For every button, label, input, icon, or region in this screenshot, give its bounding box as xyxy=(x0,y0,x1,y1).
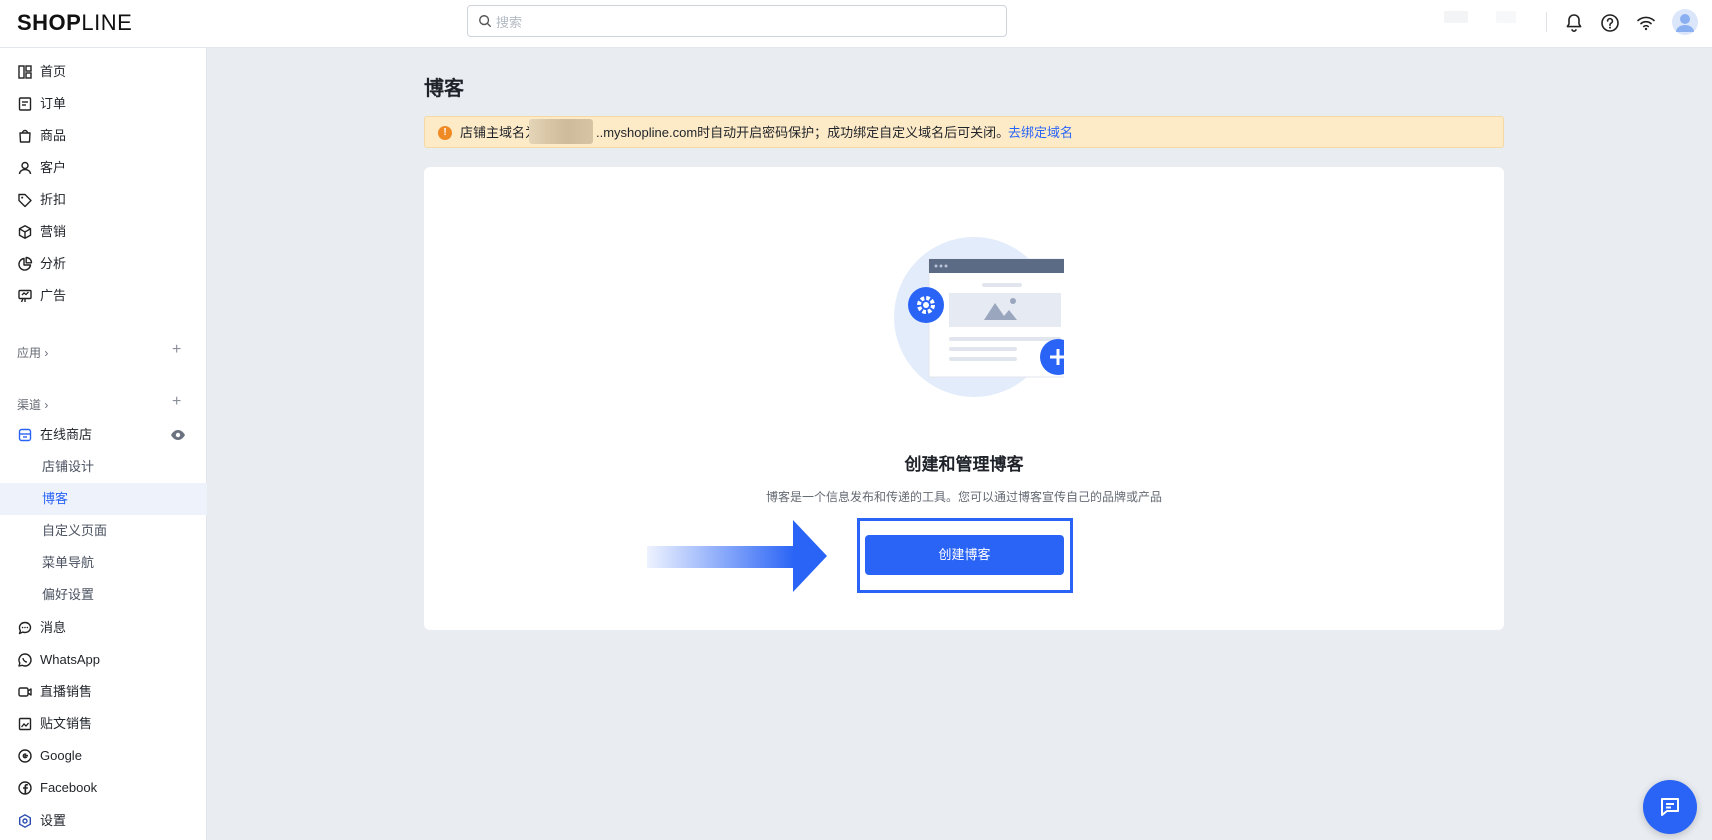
sidebar-item-label: WhatsApp xyxy=(40,652,100,667)
sidebar: 首页 订单 商品 客户 折扣 营销 分析 广告 应用 › + 渠道 › + 在线… xyxy=(0,48,207,840)
sidebar-item-settings[interactable]: 设置 xyxy=(0,805,207,837)
order-icon xyxy=(18,97,32,111)
bind-domain-link[interactable]: 去绑定域名 xyxy=(1008,125,1073,141)
arrow-pointer-icon xyxy=(647,520,827,592)
sidebar-item-label: 分析 xyxy=(40,256,67,271)
page-title: 博客 xyxy=(424,78,464,100)
store-switcher[interactable] xyxy=(1444,11,1468,23)
banner-text-after: ..myshopline.com时自动开启密码保护；成功绑定自定义域名后可关闭。 xyxy=(596,125,1010,140)
search-box[interactable] xyxy=(467,5,1007,37)
sidebar-item-label: 消息 xyxy=(40,620,67,635)
cube-icon xyxy=(18,225,32,239)
shopline-logo[interactable]: SHOPLINE xyxy=(17,10,132,36)
sidebar-item-orders[interactable]: 订单 xyxy=(0,88,207,120)
bag-icon xyxy=(19,129,31,143)
blog-empty-state-card: 创建和管理博客 博客是一个信息发布和传递的工具。您可以通过博客宣传自己的品牌或产… xyxy=(424,167,1504,630)
create-blog-button[interactable]: 创建博客 xyxy=(865,535,1064,575)
tag-icon xyxy=(18,193,32,208)
search-input[interactable] xyxy=(496,12,986,32)
sidebar-item-discounts[interactable]: 折扣 xyxy=(0,184,207,216)
sidebar-item-label: 首页 xyxy=(40,64,67,79)
board-icon xyxy=(18,289,32,303)
settings-icon xyxy=(19,814,31,828)
empty-state-description: 博客是一个信息发布和传递的工具。您可以通过博客宣传自己的品牌或产品 xyxy=(765,490,1162,504)
avatar-icon[interactable] xyxy=(1672,9,1698,35)
divider xyxy=(1546,12,1547,32)
blog-illustration xyxy=(894,237,1064,397)
apps-group-header[interactable]: 应用 › xyxy=(17,344,48,361)
search-icon xyxy=(479,15,492,28)
sidebar-item-messages[interactable]: 消息 xyxy=(0,612,207,644)
store-icon xyxy=(18,428,32,442)
redacted-domain xyxy=(529,119,593,144)
sidebar-item-label: 折扣 xyxy=(40,192,67,207)
sidebar-item-label: 设置 xyxy=(40,813,67,828)
bell-icon[interactable] xyxy=(1563,12,1585,34)
pie-icon xyxy=(18,256,33,271)
wifi-icon[interactable] xyxy=(1635,12,1657,34)
post-icon xyxy=(18,717,32,731)
chevron-right-icon: › xyxy=(44,398,49,412)
sidebar-item-ads[interactable]: 广告 xyxy=(0,280,207,312)
empty-state-title: 创建和管理博客 xyxy=(904,455,1024,474)
eye-icon[interactable] xyxy=(170,428,186,442)
warning-icon: ! xyxy=(438,126,452,140)
sidebar-item-label: 商品 xyxy=(40,128,67,143)
google-icon xyxy=(18,749,32,763)
chat-icon xyxy=(1661,798,1679,816)
top-bar: SHOPLINE xyxy=(0,0,1712,48)
sidebar-subitem-blog[interactable]: 博客 xyxy=(0,483,207,515)
add-app-button[interactable]: + xyxy=(172,342,181,358)
message-icon xyxy=(18,621,32,635)
add-channel-button[interactable]: + xyxy=(172,394,181,410)
sidebar-item-facebook[interactable]: Facebook xyxy=(0,772,207,804)
facebook-icon xyxy=(18,781,32,795)
sidebar-item-label: 直播销售 xyxy=(40,684,93,699)
sidebar-subitem-store-design[interactable]: 店铺设计 xyxy=(0,451,207,483)
video-icon xyxy=(18,687,32,697)
channels-group-header[interactable]: 渠道 › xyxy=(17,396,48,413)
sidebar-item-post-selling[interactable]: 贴文销售 xyxy=(0,708,207,740)
sidebar-subitem-preferences[interactable]: 偏好设置 xyxy=(0,579,207,611)
sidebar-item-live-selling[interactable]: 直播销售 xyxy=(0,676,207,708)
store-name xyxy=(1496,11,1516,23)
whatsapp-icon xyxy=(18,653,32,667)
sidebar-item-label: 营销 xyxy=(40,224,67,239)
sidebar-item-label: 在线商店 xyxy=(40,427,93,442)
sidebar-item-products[interactable]: 商品 xyxy=(0,120,207,152)
domain-warning-banner: ! 店铺主域名为 ..myshopline.com时自动开启密码保护；成功绑定自… xyxy=(424,116,1504,148)
sidebar-item-whatsapp[interactable]: WhatsApp xyxy=(0,644,207,676)
sidebar-item-label: 客户 xyxy=(40,160,67,175)
sidebar-item-label: 订单 xyxy=(40,96,67,111)
sidebar-item-online-store[interactable]: 在线商店 xyxy=(0,419,207,451)
sidebar-item-home[interactable]: 首页 xyxy=(0,56,207,88)
sidebar-subitem-custom-pages[interactable]: 自定义页面 xyxy=(0,515,207,547)
person-icon xyxy=(18,161,32,175)
chevron-right-icon: › xyxy=(44,346,49,360)
sidebar-item-label: 广告 xyxy=(40,288,67,303)
sidebar-item-label: 贴文销售 xyxy=(40,716,93,731)
banner-text-before: 店铺主域名为 xyxy=(460,125,539,140)
sidebar-item-analytics[interactable]: 分析 xyxy=(0,248,207,280)
sidebar-item-marketing[interactable]: 营销 xyxy=(0,216,207,248)
sidebar-item-google[interactable]: Google xyxy=(0,740,207,772)
chat-support-button[interactable] xyxy=(1643,780,1697,834)
sidebar-item-label: Google xyxy=(40,748,82,763)
sidebar-item-customers[interactable]: 客户 xyxy=(0,152,207,184)
home-icon xyxy=(18,65,32,79)
sidebar-subitem-menu-navigation[interactable]: 菜单导航 xyxy=(0,547,207,579)
help-icon[interactable] xyxy=(1599,12,1621,34)
sidebar-item-label: Facebook xyxy=(40,780,98,795)
